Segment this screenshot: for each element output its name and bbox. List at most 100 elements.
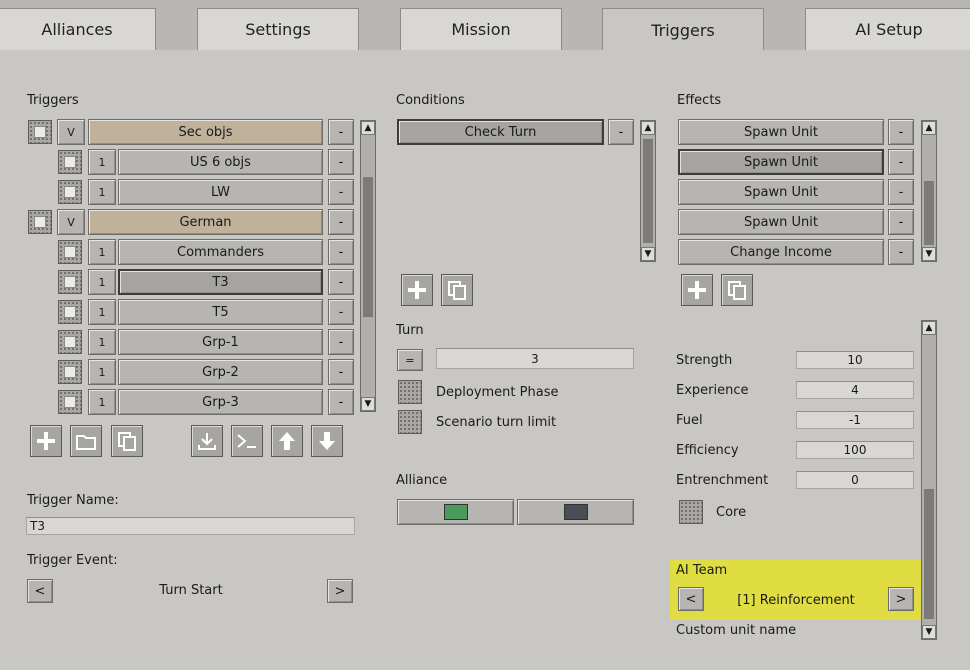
stat-value-input[interactable]: 0: [796, 471, 914, 489]
scroll-thumb[interactable]: [924, 489, 934, 619]
trigger-remove-button[interactable]: -: [328, 389, 354, 415]
effect-item[interactable]: Spawn Unit: [678, 119, 884, 145]
stat-value-input[interactable]: 4: [796, 381, 914, 399]
unit-properties-scrollbar[interactable]: ▲ ▼: [921, 320, 937, 640]
trigger-row[interactable]: Sec objs: [88, 119, 323, 145]
tab-alliances[interactable]: Alliances: [0, 8, 156, 50]
effect-item[interactable]: Spawn Unit: [678, 179, 884, 205]
trigger-row[interactable]: Grp-2: [118, 359, 323, 385]
trigger-remove-button[interactable]: -: [328, 209, 354, 235]
trigger-remove-button[interactable]: -: [328, 149, 354, 175]
effect-remove-button[interactable]: -: [888, 239, 914, 265]
stat-value-input[interactable]: -1: [796, 411, 914, 429]
trigger-remove-button[interactable]: -: [328, 239, 354, 265]
effect-remove-button[interactable]: -: [888, 149, 914, 175]
trigger-enable-checkbox[interactable]: [28, 210, 52, 234]
scroll-up-icon[interactable]: ▲: [922, 121, 936, 135]
copy-effect-button[interactable]: [721, 274, 753, 306]
trigger-row[interactable]: T3: [118, 269, 323, 295]
tab-settings[interactable]: Settings: [197, 8, 359, 50]
trigger-row[interactable]: Commanders: [118, 239, 323, 265]
trigger-enable-checkbox[interactable]: [58, 360, 82, 384]
stat-value-input[interactable]: 10: [796, 351, 914, 369]
trigger-prefix[interactable]: 1: [88, 299, 116, 325]
effect-item[interactable]: Spawn Unit: [678, 149, 884, 175]
trigger-remove-button[interactable]: -: [328, 329, 354, 355]
trigger-enable-checkbox[interactable]: [58, 330, 82, 354]
trigger-remove-button[interactable]: -: [328, 359, 354, 385]
scroll-thumb[interactable]: [924, 181, 934, 245]
trigger-enable-checkbox[interactable]: [58, 240, 82, 264]
trigger-row[interactable]: German: [88, 209, 323, 235]
effect-item[interactable]: Spawn Unit: [678, 209, 884, 235]
trigger-row[interactable]: Grp-1: [118, 329, 323, 355]
trigger-list-scrollbar[interactable]: ▲ ▼: [360, 120, 376, 412]
trigger-row[interactable]: Grp-3: [118, 389, 323, 415]
alliance-1-button[interactable]: [397, 499, 514, 525]
ai-team-prev-button[interactable]: <: [678, 587, 704, 611]
trigger-event-next-button[interactable]: >: [327, 579, 353, 603]
effect-item[interactable]: Change Income: [678, 239, 884, 265]
trigger-enable-checkbox[interactable]: [58, 390, 82, 414]
scroll-down-icon[interactable]: ▼: [641, 247, 655, 261]
tab-mission[interactable]: Mission: [400, 8, 562, 50]
trigger-remove-button[interactable]: -: [328, 299, 354, 325]
trigger-enable-checkbox[interactable]: [58, 180, 82, 204]
add-effect-button[interactable]: [681, 274, 713, 306]
tab-ai-setup[interactable]: AI Setup: [805, 8, 970, 50]
copy-condition-button[interactable]: [441, 274, 473, 306]
scroll-down-icon[interactable]: ▼: [922, 247, 936, 261]
copy-trigger-button[interactable]: [111, 425, 143, 457]
trigger-remove-button[interactable]: -: [328, 269, 354, 295]
scroll-up-icon[interactable]: ▲: [361, 121, 375, 135]
turn-operator-button[interactable]: =: [397, 349, 423, 371]
turn-value-input[interactable]: 3: [436, 348, 634, 369]
move-up-button[interactable]: [271, 425, 303, 457]
trigger-prefix[interactable]: 1: [88, 359, 116, 385]
stat-value-input[interactable]: 100: [796, 441, 914, 459]
trigger-prefix[interactable]: 1: [88, 269, 116, 295]
import-trigger-button[interactable]: [191, 425, 223, 457]
trigger-prefix[interactable]: 1: [88, 149, 116, 175]
effect-remove-button[interactable]: -: [888, 209, 914, 235]
add-condition-button[interactable]: [401, 274, 433, 306]
add-folder-button[interactable]: [70, 425, 102, 457]
scroll-down-icon[interactable]: ▼: [361, 397, 375, 411]
move-down-button[interactable]: [311, 425, 343, 457]
trigger-enable-checkbox[interactable]: [58, 150, 82, 174]
trigger-remove-button[interactable]: -: [328, 119, 354, 145]
trigger-row[interactable]: LW: [118, 179, 323, 205]
trigger-remove-button[interactable]: -: [328, 179, 354, 205]
trigger-event-prev-button[interactable]: <: [27, 579, 53, 603]
scroll-thumb[interactable]: [363, 177, 373, 317]
effect-remove-button[interactable]: -: [888, 119, 914, 145]
add-trigger-button[interactable]: [30, 425, 62, 457]
scroll-thumb[interactable]: [643, 139, 653, 243]
trigger-name-input[interactable]: T3: [26, 517, 355, 535]
trigger-prefix[interactable]: 1: [88, 389, 116, 415]
effects-scrollbar[interactable]: ▲ ▼: [921, 120, 937, 262]
trigger-prefix[interactable]: 1: [88, 239, 116, 265]
trigger-prefix[interactable]: 1: [88, 329, 116, 355]
alliance-2-button[interactable]: [517, 499, 634, 525]
scroll-up-icon[interactable]: ▲: [641, 121, 655, 135]
trigger-enable-checkbox[interactable]: [28, 120, 52, 144]
condition-item[interactable]: Check Turn: [397, 119, 604, 145]
trigger-prefix[interactable]: 1: [88, 179, 116, 205]
condition-remove-button[interactable]: -: [608, 119, 634, 145]
conditions-scrollbar[interactable]: ▲ ▼: [640, 120, 656, 262]
tab-triggers[interactable]: Triggers: [602, 8, 764, 52]
effect-remove-button[interactable]: -: [888, 179, 914, 205]
trigger-enable-checkbox[interactable]: [58, 300, 82, 324]
scenario-turn-limit-checkbox[interactable]: [398, 410, 422, 434]
console-button[interactable]: [231, 425, 263, 457]
trigger-enable-checkbox[interactable]: [58, 270, 82, 294]
trigger-row[interactable]: T5: [118, 299, 323, 325]
trigger-row[interactable]: US 6 objs: [118, 149, 323, 175]
ai-team-next-button[interactable]: >: [888, 587, 914, 611]
scroll-up-icon[interactable]: ▲: [922, 321, 936, 335]
deployment-phase-checkbox[interactable]: [398, 380, 422, 404]
trigger-prefix[interactable]: V: [57, 209, 85, 235]
scroll-down-icon[interactable]: ▼: [922, 625, 936, 639]
core-checkbox[interactable]: [679, 500, 703, 524]
